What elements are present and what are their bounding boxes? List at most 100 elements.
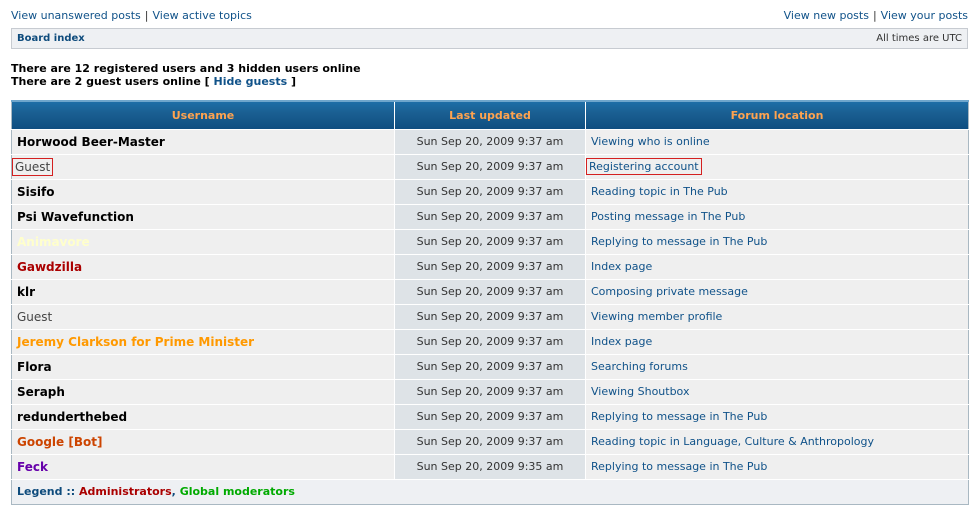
board-index-link[interactable]: Board index	[17, 29, 85, 48]
guest-username: Guest	[11, 157, 54, 176]
last-updated-cell: Sun Sep 20, 2009 9:37 am	[394, 128, 586, 154]
forum-location-link[interactable]: Registering account	[586, 158, 702, 175]
forum-location-link[interactable]: Index page	[591, 260, 652, 273]
guest-line-suffix: ]	[291, 75, 297, 88]
view-unanswered-link[interactable]: View unanswered posts	[11, 9, 141, 22]
last-updated-cell: Sun Sep 20, 2009 9:37 am	[394, 303, 586, 329]
table-row: Flora Sun Sep 20, 2009 9:37 am Searching f…	[11, 353, 969, 379]
legend-comma: ,	[171, 485, 176, 498]
last-updated-cell: Sun Sep 20, 2009 9:37 am	[394, 228, 586, 254]
table-row: Seraph Sun Sep 20, 2009 9:37 am Viewing Sh…	[11, 378, 969, 404]
guest-username: Guest	[17, 309, 53, 324]
hide-guests-link[interactable]: Hide guests	[214, 75, 288, 88]
forum-location-link[interactable]: Viewing Shoutbox	[591, 385, 689, 398]
forum-location-link[interactable]: Replying to message in The Pub	[591, 410, 767, 423]
username-link[interactable]: Seraph	[17, 385, 65, 399]
username-link[interactable]: Psi Wavefunction	[17, 210, 134, 224]
forum-location-link[interactable]: Reading topic in The Pub	[591, 185, 728, 198]
username-cell: Seraph	[11, 378, 395, 404]
forum-location-cell: Reading topic in The Pub	[585, 178, 969, 204]
username-link[interactable]: Flora	[17, 360, 52, 374]
forum-location-cell: Viewing member profile	[585, 303, 969, 329]
legend-administrators-link[interactable]: Administrators	[79, 485, 172, 498]
legend-cell: Legend :: Administrators, Global moderat…	[11, 478, 969, 504]
forum-location-cell: Viewing who is online	[585, 128, 969, 154]
username-cell: Guest	[11, 153, 395, 179]
online-users-table: Username Last updated Forum location Hor…	[11, 100, 969, 505]
forum-location-cell: Reading topic in Language, Culture & Ant…	[585, 428, 969, 454]
forum-location-link[interactable]: Posting message in The Pub	[591, 210, 745, 223]
username-cell: Google [Bot]	[11, 428, 395, 454]
username-link[interactable]: Google [Bot]	[17, 435, 102, 449]
forum-location-link[interactable]: Reading topic in Language, Culture & Ant…	[591, 435, 874, 448]
forum-location-link[interactable]: Index page	[591, 335, 652, 348]
forum-location-link[interactable]: Viewing member profile	[591, 310, 722, 323]
legend-global-moderators-link[interactable]: Global moderators	[180, 485, 295, 498]
username-column-header[interactable]: Username	[11, 100, 395, 129]
last-updated-cell: Sun Sep 20, 2009 9:37 am	[394, 178, 586, 204]
forum-location-cell: Index page	[585, 253, 969, 279]
forum-location-link[interactable]: Composing private message	[591, 285, 748, 298]
forum-location-column-header[interactable]: Forum location	[585, 100, 969, 129]
last-updated-cell: Sun Sep 20, 2009 9:37 am	[394, 353, 586, 379]
forum-location-cell: Composing private message	[585, 278, 969, 304]
username-link[interactable]: Horwood Beer-Master	[17, 135, 165, 149]
forum-location-link[interactable]: Replying to message in The Pub	[591, 235, 767, 248]
table-row: redunderthebed Sun Sep 20, 2009 9:37 am Re…	[11, 403, 969, 429]
username-link[interactable]: Animavore	[17, 235, 90, 249]
last-updated-cell: Sun Sep 20, 2009 9:37 am	[394, 328, 586, 354]
nav-separator: |	[872, 9, 877, 22]
top-navigation: View unanswered posts | View active topics…	[11, 8, 968, 24]
last-updated-cell: Sun Sep 20, 2009 9:37 am	[394, 153, 586, 179]
view-new-posts-link[interactable]: View new posts	[784, 9, 869, 22]
username-cell: Gawdzilla	[11, 253, 395, 279]
username-link[interactable]: Gawdzilla	[17, 260, 82, 274]
username-link[interactable]: redunderthebed	[17, 410, 127, 424]
username-link[interactable]: Feck	[17, 460, 48, 474]
online-summary: There are 12 registered users and 3 hidd…	[11, 62, 968, 88]
table-row: Guest Sun Sep 20, 2009 9:37 am Registering…	[11, 153, 969, 179]
username-cell: Guest	[11, 303, 395, 329]
guest-users-line: There are 2 guest users online [ Hide gu…	[11, 75, 968, 88]
forum-location-cell: Viewing Shoutbox	[585, 378, 969, 404]
username-cell: Sisifo	[11, 178, 395, 204]
legend-row: Legend :: Administrators, Global moderat…	[11, 478, 969, 504]
username-cell: redunderthebed	[11, 403, 395, 429]
forum-location-link[interactable]: Viewing who is online	[591, 135, 710, 148]
username-cell: Psi Wavefunction	[11, 203, 395, 229]
legend-label: Legend ::	[17, 485, 76, 498]
username-cell: Animavore	[11, 228, 395, 254]
forum-location-cell: Searching forums	[585, 353, 969, 379]
table-row: Feck Sun Sep 20, 2009 9:35 am Replying to …	[11, 453, 969, 479]
nav-separator: |	[144, 9, 149, 22]
forum-location-cell: Replying to message in The Pub	[585, 228, 969, 254]
top-nav-left: View unanswered posts | View active topics	[11, 8, 252, 24]
username-link[interactable]: klr	[17, 285, 35, 299]
forum-location-cell: Registering account	[585, 153, 969, 179]
forum-location-link[interactable]: Replying to message in The Pub	[591, 460, 767, 473]
table-row: Guest Sun Sep 20, 2009 9:37 am Viewing mem…	[11, 303, 969, 329]
last-updated-cell: Sun Sep 20, 2009 9:35 am	[394, 453, 586, 479]
username-cell: Jeremy Clarkson for Prime Minister	[11, 328, 395, 354]
table-row: Jeremy Clarkson for Prime Minister Sun Se…	[11, 328, 969, 354]
username-link[interactable]: Jeremy Clarkson for Prime Minister	[17, 335, 254, 349]
table-row: Animavore Sun Sep 20, 2009 9:37 am Replyin…	[11, 228, 969, 254]
last-updated-cell: Sun Sep 20, 2009 9:37 am	[394, 203, 586, 229]
table-row: Google [Bot] Sun Sep 20, 2009 9:37 am Read…	[11, 428, 969, 454]
username-cell: Flora	[11, 353, 395, 379]
forum-location-cell: Index page	[585, 328, 969, 354]
timezone-label: All times are UTC	[876, 33, 962, 44]
forum-location-link[interactable]: Searching forums	[591, 360, 688, 373]
breadcrumb-bar: Board index All times are UTC	[11, 28, 968, 49]
view-active-topics-link[interactable]: View active topics	[152, 9, 251, 22]
forum-location-cell: Replying to message in The Pub	[585, 453, 969, 479]
table-row: Gawdzilla Sun Sep 20, 2009 9:37 am Index p…	[11, 253, 969, 279]
table-row: klr Sun Sep 20, 2009 9:37 am Composing pri…	[11, 278, 969, 304]
last-updated-cell: Sun Sep 20, 2009 9:37 am	[394, 253, 586, 279]
registered-users-line: There are 12 registered users and 3 hidd…	[11, 62, 361, 75]
last-updated-column-header[interactable]: Last updated	[394, 100, 586, 129]
last-updated-cell: Sun Sep 20, 2009 9:37 am	[394, 278, 586, 304]
username-cell: klr	[11, 278, 395, 304]
view-your-posts-link[interactable]: View your posts	[881, 9, 968, 22]
username-link[interactable]: Sisifo	[17, 185, 54, 199]
